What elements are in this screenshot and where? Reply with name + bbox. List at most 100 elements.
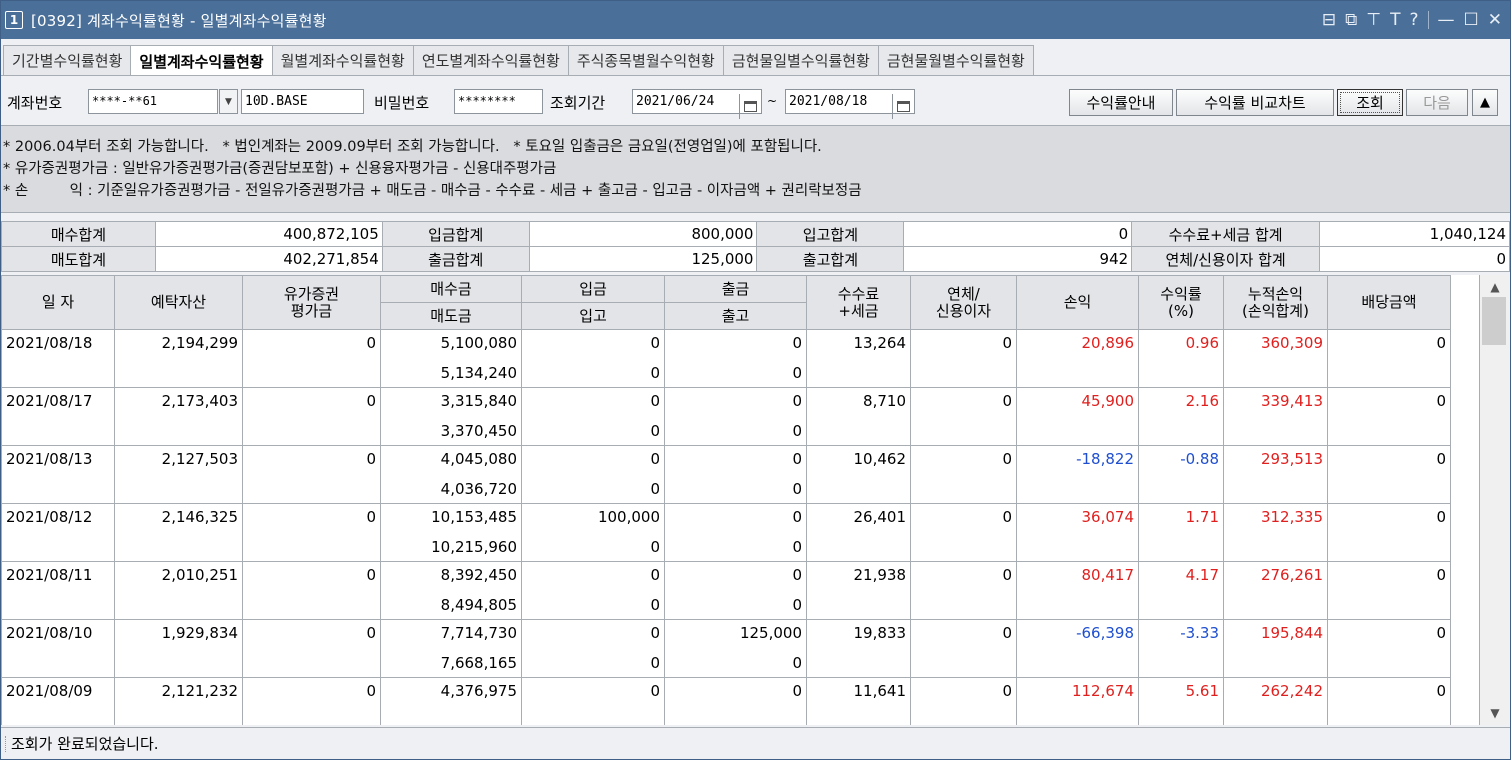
start-date-input[interactable]: 2021/06/24 <box>632 89 762 119</box>
calendar-icon[interactable] <box>892 94 914 119</box>
vertical-scrollbar[interactable]: ▲ ▼ <box>1479 275 1510 725</box>
table-row[interactable]: 2021/08/11 2,010,251 0 8,392,450 0 0 21,938 0 80… <box>1 561 1480 620</box>
return-compare-chart-button[interactable]: 수익률 비교차트 <box>1176 89 1334 116</box>
cell-pnl: 112,674 <box>1016 677 1139 725</box>
tab-period-return[interactable]: 기간별수익률현황 <box>3 45 132 75</box>
cell-return-rate: -3.33 <box>1138 619 1224 678</box>
cell-deposit: 0 <box>521 677 665 707</box>
cell-overdue-interest: 0 <box>910 329 1017 388</box>
minimize-icon[interactable]: — <box>1438 10 1455 30</box>
col-stock-out[interactable]: 출고 <box>664 302 807 330</box>
col-securities-eval[interactable]: 유가증권 평가금 <box>242 275 381 330</box>
cell-stock-out: 0 <box>664 474 807 504</box>
table-row[interactable]: 2021/08/10 1,929,834 0 7,714,730 0 125,000 19,… <box>1 619 1480 678</box>
table-row[interactable]: 2021/08/13 2,127,503 0 4,045,080 0 0 10,462 0 -1… <box>1 445 1480 504</box>
table-row[interactable]: 2021/08/12 2,146,325 0 10,153,485 100,000 0 26… <box>1 503 1480 562</box>
cell-withdraw: 0 <box>664 329 807 359</box>
font-size-button[interactable]: T <box>1390 10 1400 30</box>
status-message: 조회가 완료되었습니다. <box>11 735 159 753</box>
layout-icon[interactable]: ⊟ <box>1322 10 1336 30</box>
cell-stock-out: 0 <box>664 358 807 388</box>
cell-stock-in: 0 <box>521 590 665 620</box>
col-withdraw[interactable]: 출금 <box>664 275 807 303</box>
col-stock-in[interactable]: 입고 <box>521 302 665 330</box>
cell-deposit-assets: 1,929,834 <box>114 619 243 678</box>
next-button[interactable]: 다음 <box>1406 89 1468 116</box>
query-button[interactable]: 조회 <box>1337 89 1403 116</box>
scroll-up-icon[interactable]: ▲ <box>1480 277 1510 297</box>
col-fee-tax[interactable]: 수수료 +세금 <box>806 275 911 330</box>
cell-sell: 4,036,720 <box>380 474 522 504</box>
cell-stock-in <box>521 706 665 725</box>
table-row[interactable]: 2021/08/18 2,194,299 0 5,100,080 0 0 13,264 0 20… <box>1 329 1480 388</box>
cell-dividend: 0 <box>1327 619 1451 678</box>
cell-date: 2021/08/11 <box>1 561 115 620</box>
cell-securities-eval: 0 <box>242 619 381 678</box>
cell-sell: 7,668,165 <box>380 648 522 678</box>
tab-stock-monthly-return[interactable]: 주식종목별월수익현황 <box>567 45 724 75</box>
tab-monthly-account-return[interactable]: 월별계좌수익률현황 <box>271 45 414 75</box>
account-dropdown-icon[interactable]: ▼ <box>219 89 238 114</box>
pin-icon[interactable]: ⊤ <box>1366 10 1381 30</box>
cell-buy: 4,045,080 <box>380 445 522 475</box>
main-window: 1 [0392] 계좌수익률현황 - 일별계좌수익률현황 ⊟ ⧉ ⊤ T ? —… <box>0 0 1511 760</box>
summary-value: 0 <box>903 221 1133 247</box>
tab-gold-daily-return[interactable]: 금현물일별수익률현황 <box>722 45 879 75</box>
cell-sell <box>380 706 522 725</box>
col-overdue-interest[interactable]: 연체/ 신용이자 <box>910 275 1017 330</box>
table-row[interactable]: 2021/08/09 2,121,232 0 4,376,975 0 0 11,641 0 11… <box>1 677 1480 725</box>
col-deposit[interactable]: 입금 <box>521 275 665 303</box>
cell-date: 2021/08/18 <box>1 329 115 388</box>
cell-buy: 10,153,485 <box>380 503 522 533</box>
cell-dividend: 0 <box>1327 503 1451 562</box>
cell-date: 2021/08/10 <box>1 619 115 678</box>
scroll-down-icon[interactable]: ▼ <box>1480 703 1510 723</box>
password-input[interactable]: ******** <box>454 89 543 114</box>
returns-grid[interactable]: 일 자 예탁자산 유가증권 평가금 매수금 입금 출금 수수료 +세금 연체/ … <box>1 275 1479 725</box>
col-date[interactable]: 일 자 <box>1 275 115 330</box>
cell-return-rate: 5.61 <box>1138 677 1224 725</box>
cell-dividend: 0 <box>1327 561 1451 620</box>
col-cum-pnl[interactable]: 누적손익 (손익합계) <box>1223 275 1328 330</box>
summary-value: 400,872,105 <box>154 221 383 247</box>
end-date-input[interactable]: 2021/08/18 <box>785 89 915 119</box>
summary-value: 942 <box>903 246 1133 272</box>
tab-yearly-account-return[interactable]: 연도별계좌수익률현황 <box>412 45 569 75</box>
cell-securities-eval: 0 <box>242 329 381 388</box>
close-icon[interactable]: ✕ <box>1488 10 1502 30</box>
info-notes: * 2006.04부터 조회 가능합니다. * 법인계좌는 2009.09부터 … <box>1 125 1510 213</box>
window-icon[interactable]: ⧉ <box>1345 10 1357 30</box>
col-dividend[interactable]: 배당금액 <box>1327 275 1451 330</box>
cell-stock-out: 0 <box>664 590 807 620</box>
col-sell[interactable]: 매도금 <box>380 302 522 330</box>
collapse-button[interactable]: ▲ <box>1472 89 1498 116</box>
cell-fee-tax: 21,938 <box>806 561 911 620</box>
cell-pnl: 80,417 <box>1016 561 1139 620</box>
col-deposit-assets[interactable]: 예탁자산 <box>114 275 243 330</box>
table-row[interactable]: 2021/08/17 2,173,403 0 3,315,840 0 0 8,710 0 45,… <box>1 387 1480 446</box>
cell-deposit: 100,000 <box>521 503 665 533</box>
cell-fee-tax: 13,264 <box>806 329 911 388</box>
summary-table: 매수합계 400,872,105 입금합계 800,000 입고합계 0 수수료… <box>1 221 1510 272</box>
col-buy[interactable]: 매수금 <box>380 275 522 303</box>
cell-deposit: 0 <box>521 445 665 475</box>
cell-withdraw: 0 <box>664 445 807 475</box>
help-button[interactable]: ? <box>1409 10 1418 30</box>
col-return-rate[interactable]: 수익률 (%) <box>1138 275 1224 330</box>
cell-deposit-assets: 2,121,232 <box>114 677 243 725</box>
return-guide-button[interactable]: 수익률안내 <box>1069 89 1173 116</box>
grid-header: 일 자 예탁자산 유가증권 평가금 매수금 입금 출금 수수료 +세금 연체/ … <box>1 275 1480 330</box>
tab-gold-monthly-return[interactable]: 금현물월별수익률현황 <box>877 45 1034 75</box>
calendar-icon[interactable] <box>739 94 761 119</box>
summary-value: 125,000 <box>528 246 758 272</box>
summary-label: 연체/신용이자 합계 <box>1131 246 1321 272</box>
status-grip-icon <box>5 735 8 752</box>
tab-daily-account-return[interactable]: 일별계좌수익률현황 <box>130 45 273 76</box>
scroll-thumb[interactable] <box>1482 297 1506 345</box>
col-pnl[interactable]: 손익 <box>1016 275 1139 330</box>
maximize-icon[interactable]: ☐ <box>1464 10 1479 30</box>
cell-return-rate: 4.17 <box>1138 561 1224 620</box>
cell-buy: 4,376,975 <box>380 677 522 707</box>
tab-divider <box>1 75 1510 76</box>
account-input[interactable]: ****-**61 <box>88 89 218 114</box>
